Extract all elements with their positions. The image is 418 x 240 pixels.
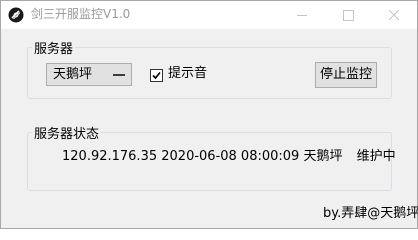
sound-checkbox-label[interactable]: 提示音 (168, 66, 207, 82)
status-datetime: 2020-06-08 08:00:09 (161, 149, 300, 164)
minimize-button[interactable] (279, 1, 325, 29)
server-select-value: 天鹅坪 (53, 67, 93, 82)
stop-monitor-button[interactable]: 停止监控 (315, 62, 377, 88)
sound-checkbox[interactable] (150, 69, 163, 82)
server-select[interactable]: 天鹅坪 (46, 63, 132, 86)
status-ip: 120.92.176.35 (62, 149, 158, 164)
close-icon (389, 10, 399, 20)
status-line: 120.92.176.35 2020-06-08 08:00:09 天鹅坪 维护… (62, 149, 396, 165)
main-window: 剑三开服监控V1.0 服务器 天鹅坪 提示音 停止监控 服务器状态 120.92… (0, 0, 418, 229)
dropdown-dash-icon (113, 74, 125, 76)
status-text: 维护中 (356, 149, 396, 164)
credit-text: by.弄肆@天鹅坪 (323, 206, 418, 221)
minimize-icon (297, 14, 307, 16)
maximize-icon (342, 9, 354, 21)
check-icon (152, 71, 161, 80)
status-server-name: 天鹅坪 (303, 149, 343, 164)
app-logo-icon (8, 7, 24, 23)
status-group-legend: 服务器状态 (34, 127, 100, 142)
server-group-legend: 服务器 (34, 42, 74, 57)
close-button[interactable] (371, 1, 417, 29)
window-title: 剑三开服监控V1.0 (31, 7, 131, 21)
title-bar[interactable]: 剑三开服监控V1.0 (1, 1, 417, 29)
maximize-button[interactable] (325, 1, 371, 29)
